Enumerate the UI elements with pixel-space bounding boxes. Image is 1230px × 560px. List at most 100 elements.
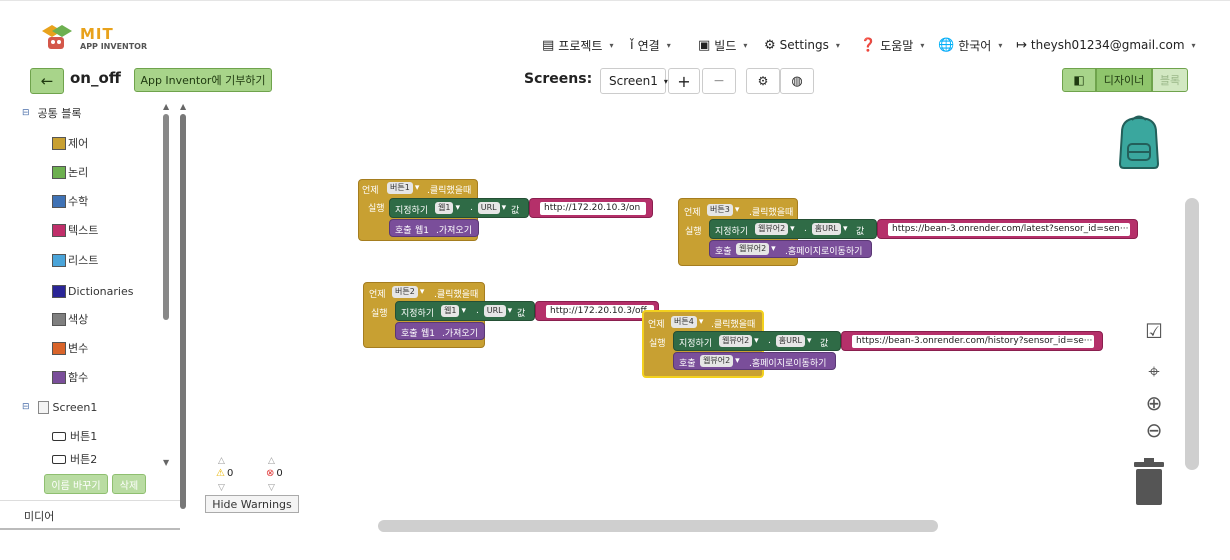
text-block[interactable]: http://172.20.10.3/off (535, 301, 659, 321)
project-properties-button[interactable]: ⚙ (746, 68, 780, 94)
recenter-icon[interactable]: ⌖ (1140, 358, 1168, 384)
target-dropdown[interactable]: 웹뷰어2 ▾ (753, 223, 795, 235)
screen-select[interactable]: Screen1 ▾ (600, 68, 668, 94)
call-method: .가져오기 (436, 226, 472, 236)
palette-item[interactable]: 변수 (52, 337, 88, 359)
workspace-horizontal-scrollbar[interactable] (378, 520, 938, 532)
target-dropdown[interactable]: 웹1 ▾ (439, 305, 466, 317)
call-block[interactable]: 호출 웹뷰어2 ▾ .홈페이지로이동하기 (709, 240, 872, 258)
tree-screen1-label: Screen1 (52, 400, 98, 414)
delete-button[interactable]: 삭제 (112, 474, 146, 494)
menu-help-label: 도움말 (880, 38, 914, 53)
text-block[interactable]: http://172.20.10.3/on (529, 198, 653, 218)
error-down-icon[interactable]: ▽ (268, 483, 275, 493)
publish-button[interactable]: ◍ (780, 68, 814, 94)
palette-item[interactable]: 제어 (52, 132, 88, 154)
setter-block[interactable]: 지정하기 웹1 ▾ . URL ▾ 값 (395, 301, 535, 321)
block-set: 지정하기 (715, 227, 749, 237)
chevron-down-icon: ▾ (920, 40, 925, 50)
block-to: 값 (511, 206, 520, 216)
url-string[interactable]: https://bean-3.onrender.com/history?sens… (852, 335, 1094, 348)
url-string[interactable]: http://172.20.10.3/off (546, 305, 654, 318)
designer-button[interactable]: 디자이너 (1096, 68, 1152, 92)
menu-help[interactable]: ❓ 도움말 ▾ (854, 31, 930, 59)
app-inventor-logo[interactable]: MIT APP INVENTOR (38, 25, 148, 53)
warning-up-icon[interactable]: △ (218, 456, 225, 466)
url-string[interactable]: http://172.20.10.3/on (540, 202, 646, 215)
layout-toggle-button[interactable]: ◧ (1062, 68, 1096, 92)
setter-block[interactable]: 지정하기 웹1 ▾ . URL ▾ 값 (389, 198, 529, 218)
cleanup-icon[interactable]: ☑ (1140, 318, 1168, 344)
menu-account[interactable]: ↦ theysh01234@gmail.com ▾ (1010, 31, 1202, 59)
call-block[interactable]: 호출 웹뷰어2 ▾ .홈페이지로이동하기 (673, 352, 836, 370)
property-dropdown[interactable]: . 홈URL ▾ (804, 223, 848, 235)
blocks-button[interactable]: 블록 (1152, 68, 1188, 92)
block-component[interactable]: 버튼2 ▾ (390, 286, 424, 298)
tree-button2[interactable]: 버튼2 (52, 452, 97, 466)
add-screen-button[interactable]: + (668, 68, 700, 94)
palette-item[interactable]: 함수 (52, 366, 88, 388)
call-target-dropdown[interactable]: 웹뷰어2 ▾ (698, 355, 740, 367)
block-component[interactable]: 버튼3 ▾ (705, 204, 739, 216)
palette-header[interactable]: ⊟ 공통 블록 (22, 102, 82, 124)
palette-item[interactable]: 논리 (52, 161, 88, 183)
remove-screen-button[interactable]: − (702, 68, 736, 94)
block-component[interactable]: 버튼1 ▾ (385, 182, 419, 194)
component-dropdown[interactable]: 버튼2 (392, 286, 418, 298)
property-dropdown[interactable]: . 홈URL ▾ (768, 335, 812, 347)
collapse-icon[interactable]: ⊟ (22, 108, 30, 118)
scroll-down-icon[interactable]: ▼ (163, 458, 169, 467)
collapse-icon[interactable]: ⊟ (22, 402, 30, 412)
zoom-in-icon[interactable]: ⊕ (1140, 391, 1168, 415)
menu-language[interactable]: 🌐 한국어 ▾ (932, 31, 1008, 59)
palette-scrollbar[interactable] (163, 114, 169, 320)
property-dropdown-value: URL (483, 305, 506, 317)
warning-down-icon[interactable]: ▽ (218, 483, 225, 493)
property-dropdown[interactable]: . URL ▾ (476, 305, 512, 317)
call-block[interactable]: 호출 웹1 .가져오기 (389, 219, 479, 237)
globe-icon: 🌐 (938, 37, 955, 53)
hide-warnings-button[interactable]: Hide Warnings (205, 495, 299, 513)
rename-button[interactable]: 이름 바꾸기 (44, 474, 108, 494)
menu-build[interactable]: ▣ 빌드 ▾ (692, 31, 753, 59)
palette-item[interactable]: Dictionaries (52, 280, 133, 302)
menu-connect[interactable]: ǐ 연결 ▾ (624, 31, 677, 59)
target-dropdown-value: 웹뷰어2 (719, 335, 753, 347)
palette-item[interactable]: 리스트 (52, 249, 98, 271)
block-component[interactable]: 버튼4 ▾ (669, 316, 703, 328)
trash-icon[interactable] (1132, 458, 1166, 506)
palette-item[interactable]: 텍스트 (52, 219, 98, 241)
setter-block[interactable]: 지정하기 웹뷰어2 ▾ . 홈URL ▾ 값 (673, 331, 841, 351)
component-dropdown[interactable]: 버튼4 (671, 316, 697, 328)
text-block[interactable]: https://bean-3.onrender.com/latest?senso… (877, 219, 1138, 239)
component-dropdown[interactable]: 버튼1 (387, 182, 413, 194)
block-event: .클릭했을때 (749, 208, 794, 218)
tree-screen1[interactable]: ⊟ Screen1 (22, 396, 97, 418)
chevron-down-icon: ▾ (743, 40, 748, 50)
target-dropdown[interactable]: 웹뷰어2 ▾ (717, 335, 759, 347)
property-dropdown[interactable]: . URL ▾ (470, 202, 506, 214)
palette-item[interactable]: 수학 (52, 190, 88, 212)
scroll-up-icon[interactable]: ▲ (180, 102, 186, 111)
back-button[interactable]: ← (30, 68, 64, 94)
setter-block[interactable]: 지정하기 웹뷰어2 ▾ . 홈URL ▾ 값 (709, 219, 877, 239)
donate-button[interactable]: App Inventor에 기부하기 (134, 68, 272, 92)
url-string[interactable]: https://bean-3.onrender.com/latest?senso… (888, 223, 1130, 236)
backpack-icon[interactable] (1112, 114, 1166, 170)
menu-settings[interactable]: ⚙ Settings ▾ (758, 31, 846, 59)
call-block[interactable]: 호출 웹1 .가져오기 (395, 322, 485, 340)
menu-project[interactable]: ▤ 프로젝트 ▾ (536, 31, 619, 59)
tree-button1[interactable]: 버튼1 (52, 425, 97, 447)
zoom-out-icon[interactable]: ⊖ (1140, 418, 1168, 442)
scroll-up-icon[interactable]: ▲ (163, 102, 169, 111)
workspace-vertical-scrollbar[interactable] (1185, 198, 1199, 470)
warning-icon: ⚠ (216, 468, 225, 479)
error-up-icon[interactable]: △ (268, 456, 275, 466)
panel-scrollbar[interactable] (180, 114, 186, 509)
component-dropdown[interactable]: 버튼3 (707, 204, 733, 216)
text-block[interactable]: https://bean-3.onrender.com/history?sens… (841, 331, 1103, 351)
block-when: 언제 (369, 290, 386, 300)
call-target-dropdown[interactable]: 웹뷰어2 ▾ (734, 243, 776, 255)
palette-item[interactable]: 색상 (52, 308, 88, 330)
target-dropdown[interactable]: 웹1 ▾ (433, 202, 460, 214)
